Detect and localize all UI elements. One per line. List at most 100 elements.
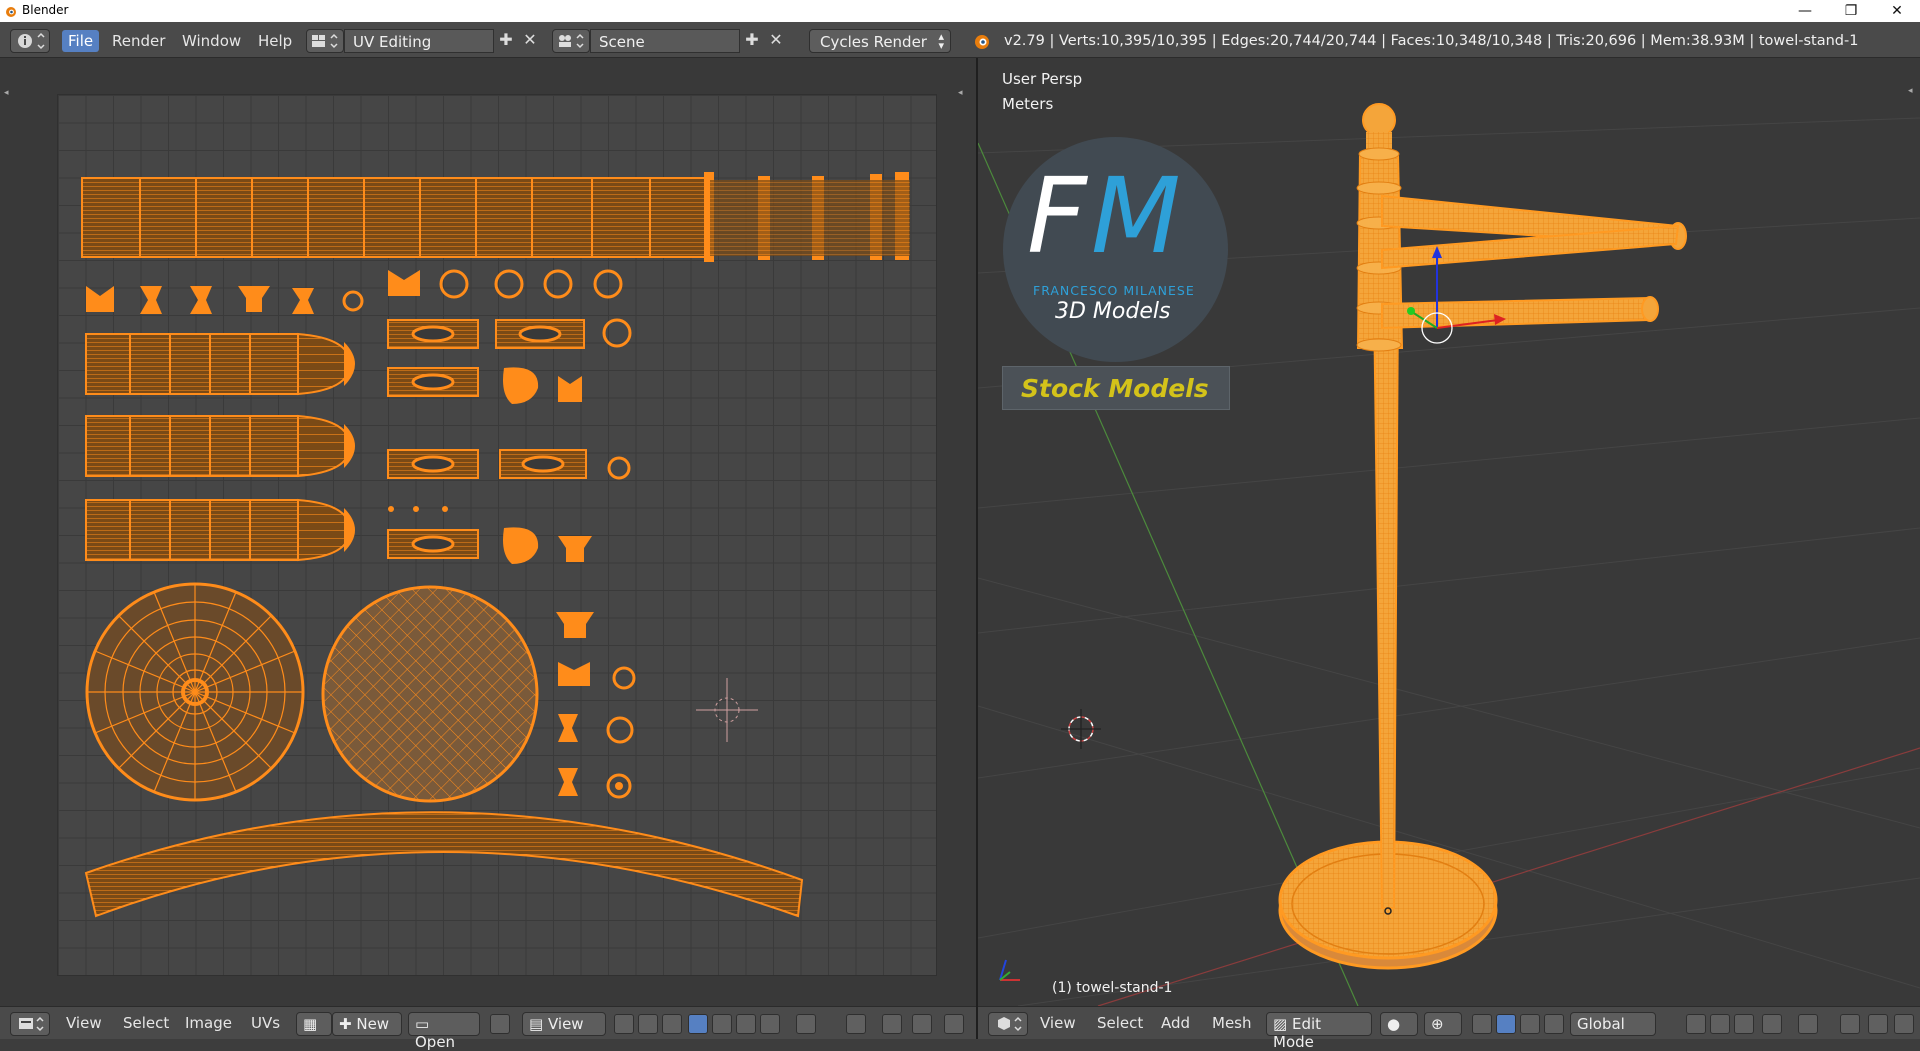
units-label: Meters <box>1002 95 1054 113</box>
uv-island-rings[interactable] <box>387 319 592 564</box>
island-select-icon[interactable] <box>736 1014 756 1034</box>
menu-render[interactable]: Render <box>106 30 171 52</box>
open-label: Open <box>415 1033 456 1051</box>
uv-menu-uvs[interactable]: UVs <box>251 1014 280 1032</box>
add-screen-button[interactable]: ✚ <box>496 31 516 51</box>
limit-selection-icon[interactable] <box>1762 1014 1782 1034</box>
screen-layout-field[interactable]: UV Editing <box>344 29 494 53</box>
screen-layout-browse-button[interactable] <box>306 29 344 53</box>
region-toggle-icon[interactable]: ◂ <box>1908 86 1913 96</box>
close-window-button[interactable]: ✕ <box>1874 0 1920 22</box>
badge-text: Stock Models <box>1021 374 1209 403</box>
pivot-icon[interactable] <box>614 1014 634 1034</box>
chevron-updown-icon: ▴ ▾ <box>938 30 944 52</box>
shading-dropdown[interactable]: ● <box>1380 1012 1418 1036</box>
sticky-select-icon[interactable] <box>760 1014 780 1034</box>
3d-cursor-icon[interactable] <box>1056 704 1106 754</box>
active-object-label: (1) towel-stand-1 <box>1052 980 1173 996</box>
snap-icon[interactable] <box>846 1014 866 1034</box>
uv-island-tubes[interactable] <box>85 332 355 562</box>
face-select-icon[interactable] <box>1734 1014 1754 1034</box>
uv-islands[interactable] <box>0 58 976 1006</box>
scene-browse-button[interactable] <box>552 29 590 53</box>
view3d-editor-icon <box>998 1016 1022 1032</box>
edge-select-icon[interactable] <box>1710 1014 1730 1034</box>
view-mode-dropdown[interactable]: ▤ View <box>522 1012 606 1036</box>
close-icon: ✕ <box>523 30 537 49</box>
view-mode-icon: ▤ <box>529 1015 544 1033</box>
manipulator-icon[interactable] <box>1472 1014 1492 1034</box>
3d-view-header: View Select Add Mesh ▨ Edit Mode ● ⊕ Glo… <box>978 1006 1920 1051</box>
uv-2d-cursor[interactable] <box>696 678 758 742</box>
info-editor-icon <box>18 32 45 50</box>
pin-icon[interactable] <box>490 1014 510 1034</box>
vertex-select-icon[interactable] <box>1686 1014 1706 1034</box>
magnet-icon[interactable] <box>882 1014 902 1034</box>
orientation-dropdown[interactable]: Global <box>1570 1012 1656 1036</box>
open-image-button[interactable]: ▭ Open <box>408 1012 480 1051</box>
add-icon: ✚ <box>499 30 513 49</box>
scale-icon[interactable] <box>1544 1014 1564 1034</box>
sphere-icon: ● <box>1387 1015 1401 1033</box>
magnet-icon[interactable] <box>1840 1014 1860 1034</box>
delete-scene-button[interactable]: ✕ <box>766 31 786 51</box>
add-scene-button[interactable]: ✚ <box>742 31 762 51</box>
window-title: Blender <box>22 3 69 17</box>
view-perspective-label: User Persp <box>1002 70 1083 88</box>
edge-select-icon[interactable] <box>688 1014 708 1034</box>
uv-island-small-parts[interactable] <box>556 612 636 799</box>
restore-button[interactable]: ❐ <box>1828 0 1874 22</box>
face-select-icon[interactable] <box>712 1014 732 1034</box>
uv-island-disc-radial[interactable] <box>85 582 305 802</box>
blender-logo-icon <box>6 7 16 17</box>
editor-type-button[interactable] <box>10 1012 50 1036</box>
proportional-icon[interactable] <box>796 1014 816 1034</box>
axis-gizmo <box>999 959 1020 981</box>
new-label: New <box>356 1015 390 1033</box>
proportional-icon[interactable] <box>1798 1014 1818 1034</box>
uv-menu-view[interactable]: View <box>66 1014 102 1032</box>
close-icon: ✕ <box>769 30 783 49</box>
scene-field[interactable]: Scene <box>590 29 740 53</box>
3d-menu-mesh[interactable]: Mesh <box>1212 1014 1252 1032</box>
info-editor-type-button[interactable] <box>10 29 50 53</box>
mode-dropdown[interactable]: ▨ Edit Mode <box>1266 1012 1372 1051</box>
vertex-select-icon[interactable] <box>662 1014 682 1034</box>
cube-icon[interactable] <box>1894 1014 1914 1034</box>
uv-menu-image[interactable]: Image <box>185 1014 232 1032</box>
uv-island-strip[interactable] <box>81 172 910 262</box>
translate-icon[interactable] <box>1496 1014 1516 1034</box>
new-image-button[interactable]: ✚ New <box>332 1012 402 1036</box>
logo-letter-m: M <box>1091 155 1181 277</box>
uv-editor-icon <box>19 1016 44 1032</box>
francesco-milanese-logo: F M FRANCESCO MILANESE 3D Models <box>1003 137 1228 362</box>
pivot-icon: ⊕ <box>1431 1015 1444 1033</box>
3d-menu-select[interactable]: Select <box>1097 1014 1143 1032</box>
3d-menu-add[interactable]: Add <box>1161 1014 1190 1032</box>
delete-screen-button[interactable]: ✕ <box>520 31 540 51</box>
pivot-dropdown[interactable]: ⊕ <box>1424 1012 1462 1036</box>
window-titlebar: Blender — ❐ ✕ <box>0 0 1920 22</box>
uv-sculpt-icon[interactable] <box>912 1014 932 1034</box>
uv-image-editor[interactable]: ◂ ◂ <box>0 58 976 1006</box>
menu-help[interactable]: Help <box>252 30 298 52</box>
render-engine-dropdown[interactable]: Cycles Render ▴ ▾ <box>809 29 951 53</box>
editor-type-button[interactable] <box>988 1012 1028 1036</box>
3d-menu-view[interactable]: View <box>1040 1014 1076 1032</box>
logo-name: FRANCESCO MILANESE <box>1033 283 1195 298</box>
render-slot-icon[interactable] <box>944 1014 964 1034</box>
sync-selection-icon[interactable] <box>638 1014 658 1034</box>
image-browse-button[interactable]: ▦ <box>296 1012 332 1036</box>
menu-file[interactable]: File <box>62 30 100 52</box>
uv-island-disc-grid[interactable] <box>321 585 539 803</box>
uv-editor-header: View Select Image UVs ▦ ✚ New ▭ Open ▤ V… <box>0 1006 976 1051</box>
logo-subtitle: 3D Models <box>1055 299 1171 324</box>
rotate-icon[interactable] <box>1520 1014 1540 1034</box>
menu-window[interactable]: Window <box>176 30 247 52</box>
folder-icon: ▭ <box>415 1015 430 1033</box>
scene-statistics: v2.79 | Verts:10,395/10,395 | Edges:20,7… <box>1004 33 1859 49</box>
uv-menu-select[interactable]: Select <box>123 1014 169 1032</box>
uv-island-curved-band[interactable] <box>84 811 804 918</box>
snap-target-icon[interactable] <box>1868 1014 1888 1034</box>
minimize-button[interactable]: — <box>1782 0 1828 22</box>
